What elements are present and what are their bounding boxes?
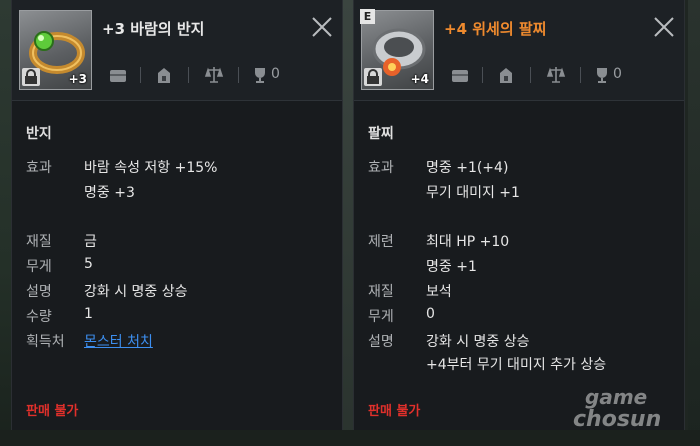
- trade-count: 0: [271, 66, 280, 82]
- description-value: 강화 시 명중 상승: [426, 334, 530, 350]
- weight-value: 5: [84, 256, 93, 272]
- bracelet-item-image: E +4: [360, 9, 434, 90]
- close-icon[interactable]: [311, 16, 333, 38]
- item-category: 팔찌: [368, 126, 394, 142]
- scale-icon: [546, 65, 566, 85]
- item-category: 반지: [26, 126, 52, 142]
- icon-separator: [482, 67, 483, 83]
- chest-icon: [450, 65, 470, 85]
- chest-icon: [108, 65, 128, 85]
- effect-value: 명중 +1(+4): [426, 160, 509, 176]
- description-value: +4부터 무기 대미지 추가 상승: [426, 357, 607, 373]
- item-tooltip-ring: +3 +3 바람의 반지 0 반지 효과 바람 속성 저항 +15% 명중 +3…: [11, 0, 343, 430]
- enhance-level-badge: +4: [410, 72, 429, 86]
- material-label: 재질: [26, 234, 52, 250]
- site-watermark-logo: game chosun: [565, 385, 700, 443]
- not-sellable-label: 판매 불가: [368, 404, 421, 419]
- weight-label: 무게: [368, 309, 394, 325]
- icon-separator: [530, 67, 531, 83]
- lock-icon[interactable]: [22, 68, 40, 86]
- icon-separator: [188, 67, 189, 83]
- watermark-line: chosun: [573, 407, 662, 432]
- effect-value: 무기 대미지 +1: [426, 185, 520, 201]
- item-title: +3 바람의 반지: [102, 20, 205, 38]
- description-label: 설명: [26, 284, 52, 300]
- source-label: 획득처: [26, 334, 65, 350]
- lock-icon[interactable]: [364, 68, 382, 86]
- game-background-right: [688, 0, 700, 446]
- quantity-value: 1: [84, 306, 93, 322]
- item-tooltip-bracelet: E +4 +4 위세의 팔찌 0 팔찌 효과 명중 +1(+4) 무기 대미지 …: [353, 0, 685, 430]
- material-label: 재질: [368, 284, 394, 300]
- material-value: 금: [84, 234, 97, 250]
- quantity-label: 수량: [26, 309, 52, 325]
- tooltip-header: +3 +3 바람의 반지 0: [12, 0, 342, 100]
- storage-icon: [154, 65, 174, 85]
- description-label: 설명: [368, 334, 394, 350]
- trophy-icon: [592, 65, 612, 85]
- watermark-line: game: [585, 385, 648, 409]
- close-icon[interactable]: [653, 16, 675, 38]
- source-link[interactable]: 몬스터 처치: [84, 331, 153, 351]
- icon-separator: [140, 67, 141, 83]
- weight-value: 0: [426, 306, 435, 322]
- refine-value: 명중 +1: [426, 259, 477, 275]
- effect-value: 바람 속성 저항 +15%: [84, 160, 218, 176]
- tooltip-header: E +4 +4 위세의 팔찌 0: [354, 0, 684, 100]
- tooltip-body: 반지 효과 바람 속성 저항 +15% 명중 +3 재질 금 무게 5 설명 강…: [12, 101, 342, 430]
- trophy-icon: [250, 65, 270, 85]
- description-value: 강화 시 명중 상승: [84, 284, 188, 300]
- not-sellable-label: 판매 불가: [26, 404, 79, 419]
- effect-label: 효과: [368, 160, 394, 176]
- icon-separator: [580, 67, 581, 83]
- ring-item-image: +3: [19, 10, 92, 90]
- weight-label: 무게: [26, 259, 52, 275]
- refine-label: 제련: [368, 234, 394, 250]
- effect-value: 명중 +3: [84, 185, 135, 201]
- enhance-level-badge: +3: [68, 72, 87, 86]
- material-value: 보석: [426, 284, 452, 300]
- grade-badge: E: [360, 9, 375, 24]
- storage-icon: [496, 65, 516, 85]
- item-title: +4 위세의 팔찌: [444, 20, 547, 38]
- effect-label: 효과: [26, 160, 52, 176]
- tooltip-body: 팔찌 효과 명중 +1(+4) 무기 대미지 +1 제련 최대 HP +10 명…: [354, 101, 684, 430]
- icon-separator: [238, 67, 239, 83]
- trade-count: 0: [613, 66, 622, 82]
- refine-value: 최대 HP +10: [426, 234, 510, 250]
- scale-icon: [204, 65, 224, 85]
